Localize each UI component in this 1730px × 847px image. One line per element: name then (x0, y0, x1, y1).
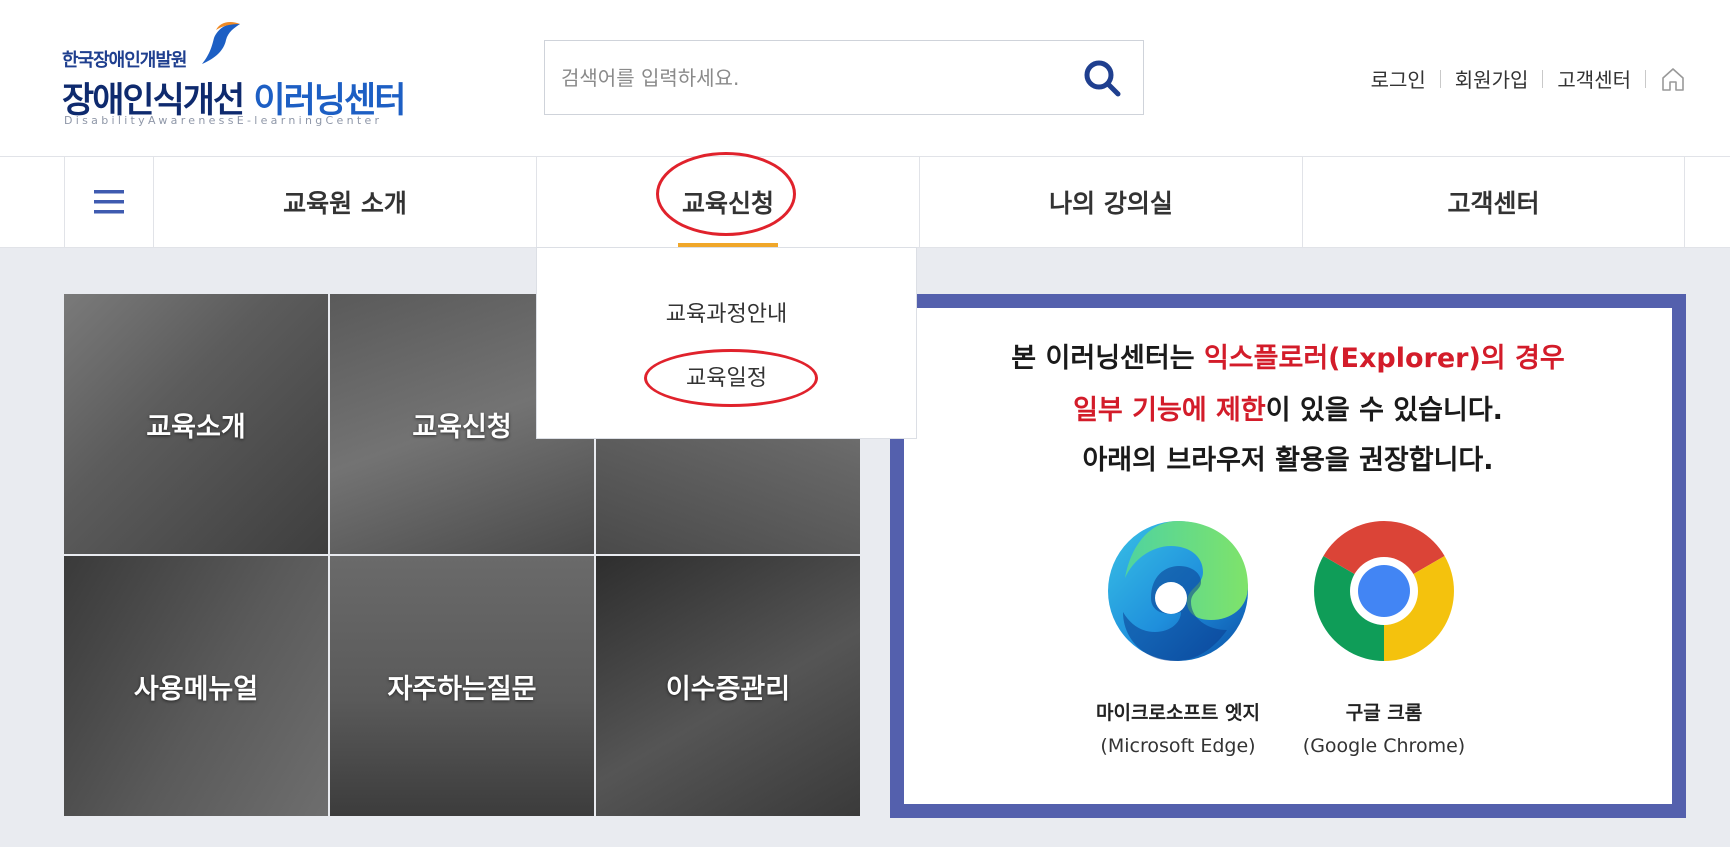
browser-chrome[interactable]: 구글 크롬 (Google Chrome) (1274, 516, 1494, 757)
notice-line-3: 아래의 브라우저 활용을 권장합니다. (1082, 445, 1494, 476)
home-icon[interactable] (1660, 66, 1686, 92)
util-links: 로그인 회원가입 고객센터 (1371, 64, 1686, 93)
login-link[interactable]: 로그인 (1371, 64, 1426, 93)
tile-faq[interactable]: 자주하는질문 (330, 556, 594, 816)
nav-item-my-classroom[interactable]: 나의 강의실 (919, 157, 1302, 247)
search-box (544, 40, 1144, 115)
edge-icon (1108, 521, 1248, 661)
tile-user-manual[interactable]: 사용메뉴얼 (64, 556, 328, 816)
apply-submenu: 교육과정안내 교육일정 (536, 247, 917, 439)
nav-item-about[interactable]: 교육원 소개 (153, 157, 536, 247)
submenu-course-guide[interactable]: 교육과정안내 (537, 296, 916, 328)
browser-edge-name: 마이크로소프트 엣지 (1096, 702, 1260, 724)
hamburger-icon (94, 190, 124, 214)
tile-certificate[interactable]: 이수증관리 (596, 556, 860, 816)
notice-line-2-red: 일부 기능에 제한 (1073, 395, 1266, 426)
nav-item-apply[interactable]: 교육신청 (536, 157, 919, 247)
notice-line-1-prefix: 본 이러닝센터는 (1011, 343, 1204, 374)
notice-line-1: 본 이러닝센터는 익스플로러(Explorer)의 경우 (904, 336, 1672, 375)
main-navigation: 교육원 소개 교육신청 나의 강의실 고객센터 (0, 156, 1730, 248)
notice-line-2-suffix: 이 있을 수 있습니다. (1265, 395, 1503, 426)
util-divider (1439, 69, 1441, 88)
nav-item-customer-center[interactable]: 고객센터 (1302, 157, 1685, 247)
browser-chrome-eng: (Google Chrome) (1302, 735, 1466, 757)
tile-label: 이수증관리 (665, 673, 791, 705)
tile-label: 자주하는질문 (387, 673, 537, 705)
browser-chrome-name: 구글 크롬 (1345, 702, 1423, 724)
site-logo[interactable]: 한국장애인개발원 장애인식개선 이러닝센터 DisabilityAwarenes… (62, 20, 406, 132)
browser-edge-eng: (Microsoft Edge) (1100, 735, 1256, 757)
customer-center-link[interactable]: 고객센터 (1557, 64, 1631, 93)
search-icon[interactable] (1081, 57, 1123, 99)
tile-label: 교육소개 (146, 411, 246, 443)
submenu-schedule[interactable]: 교육일정 (537, 360, 916, 392)
tile-education-intro[interactable]: 교육소개 (64, 294, 328, 554)
notice-line-2: 일부 기능에 제한이 있을 수 있습니다. (904, 388, 1672, 427)
browser-edge[interactable]: 마이크로소프트 엣지 (Microsoft Edge) (1068, 516, 1288, 757)
util-divider (1645, 69, 1646, 88)
notice-line-1-red: 익스플로러(Explorer)의 경우 (1203, 343, 1565, 374)
search-input[interactable] (561, 41, 1061, 114)
notice-content: 본 이러닝센터는 익스플로러(Explorer)의 경우 일부 기능에 제한이 … (904, 308, 1672, 804)
tile-label: 사용메뉴얼 (133, 673, 259, 705)
chrome-icon (1314, 521, 1454, 661)
logo-subtitle: DisabilityAwarenessE-learningCenter (64, 114, 383, 127)
logo-org-name: 한국장애인개발원 (62, 50, 187, 71)
site-header: 한국장애인개발원 장애인식개선 이러닝센터 DisabilityAwarenes… (0, 0, 1730, 156)
util-divider (1542, 69, 1544, 88)
menu-toggle-button[interactable] (64, 157, 153, 247)
browser-notice-banner: 본 이러닝센터는 익스플로러(Explorer)의 경우 일부 기능에 제한이 … (890, 294, 1686, 818)
logo-bird-icon (202, 22, 240, 64)
signup-link[interactable]: 회원가입 (1455, 64, 1529, 93)
